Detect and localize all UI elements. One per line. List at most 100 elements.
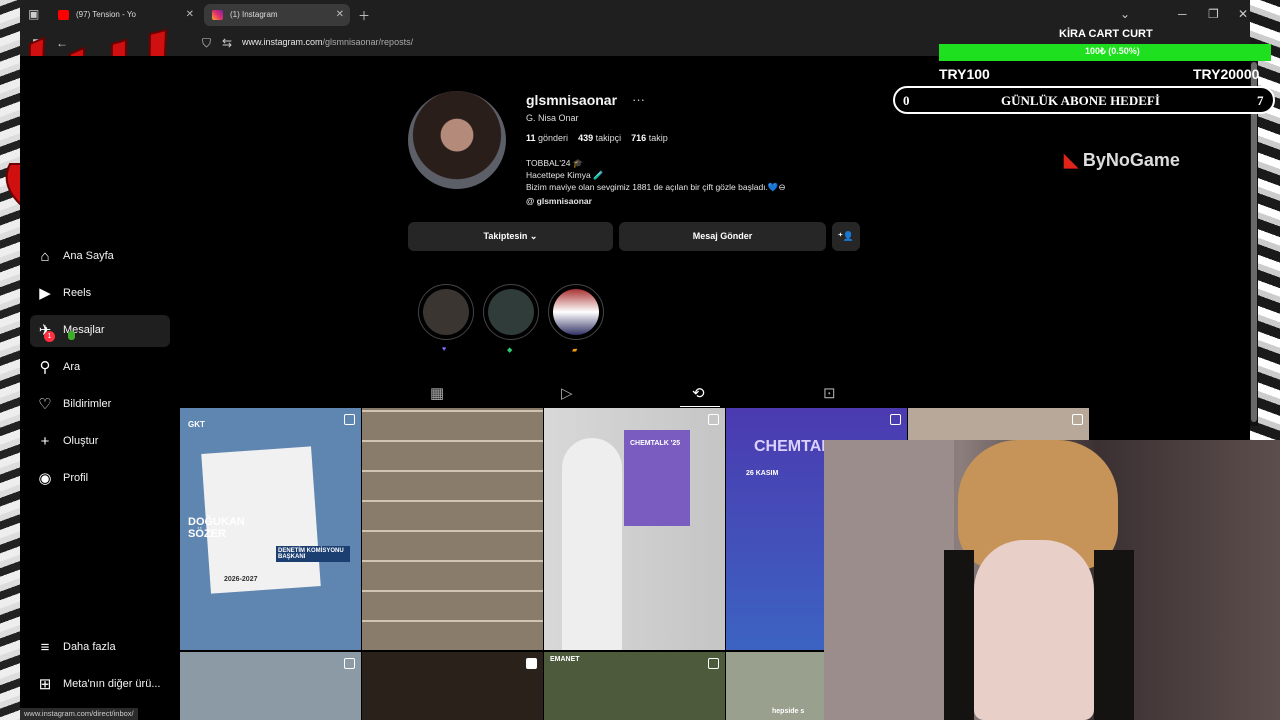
sidebar-item-label: Meta'nın diğer ürü... — [63, 678, 161, 690]
sidebar-item-label: Oluştur — [63, 435, 99, 447]
tile-text: DOĞUKAN SÖZER — [188, 516, 245, 540]
repost-badge-icon — [344, 658, 355, 669]
sub-goal-label: KİRA CART CURT — [1059, 28, 1153, 40]
threads-link[interactable]: @ glsmnisaonar — [526, 196, 592, 206]
repost-badge-icon — [344, 414, 355, 425]
sidebar-item-home[interactable]: ⌂ Ana Sayfa — [30, 241, 170, 273]
tile-text: 2026-2027 — [224, 576, 258, 583]
reels-tab-icon[interactable]: ▷ — [561, 384, 573, 402]
posts-grid-icon[interactable]: ▦ — [430, 384, 444, 402]
following-stat[interactable]: 716 takip — [631, 133, 668, 143]
active-tab-indicator — [680, 406, 720, 407]
add-person-icon[interactable]: ⁺👤 — [832, 222, 860, 251]
tagged-icon[interactable]: ⊡ — [823, 384, 836, 402]
grid-icon: ⊞ — [38, 676, 52, 693]
site-settings-icon[interactable]: ⇆ — [222, 36, 232, 50]
post-tile[interactable]: GKT DOĞUKAN SÖZER DENETİM KOMİSYONU BAŞK… — [180, 408, 361, 650]
sidebar-item-profile[interactable]: ◉ Profil — [30, 463, 170, 495]
sidebar-item-search[interactable]: ⚲ Ara — [30, 352, 170, 384]
followers-stat[interactable]: 439 takipçi — [578, 133, 621, 143]
bio-line: Bizim maviye olan sevgimiz 1881 de açıla… — [526, 182, 786, 192]
sidebar-item-label: Bildirimler — [63, 398, 112, 410]
repost-badge-icon — [1072, 414, 1083, 425]
webcam-feed — [824, 440, 1280, 720]
brand-text: ByNoGame — [1082, 150, 1180, 170]
profile-username: glsmnisaonar — [526, 92, 618, 108]
reel-badge-icon — [708, 658, 719, 669]
window-close-icon[interactable]: ✕ — [1238, 7, 1248, 21]
bio-line: Hacettepe Kimya 🧪 — [526, 170, 604, 180]
person — [562, 438, 622, 650]
progress-min: TRY100 — [939, 66, 990, 82]
sidebar-item-label: Ara — [63, 361, 81, 373]
plus-icon: + — [40, 433, 50, 450]
restore-icon[interactable]: ❐ — [1208, 7, 1219, 21]
highlight-tag-icon: ▰ — [572, 347, 578, 354]
chevron-down-icon[interactable]: ⌄ — [1120, 7, 1130, 21]
sidebar-item-meta[interactable]: ⊞ Meta'nın diğer ürü... — [30, 669, 170, 701]
post-tile[interactable] — [908, 408, 1089, 440]
url-field[interactable]: www.instagram.com/glsmnisaonar/reposts/ — [242, 37, 413, 47]
brand-logo: ◣ ByNoGame — [1064, 150, 1180, 171]
profile-icon: ◉ — [38, 470, 52, 487]
more-options-icon[interactable]: ··· — [632, 92, 645, 107]
sidebar-item-label: Reels — [63, 287, 92, 299]
tile-text: hepside s — [772, 708, 805, 715]
repost-badge-icon — [890, 414, 901, 425]
post-tile[interactable]: hepside s — [726, 652, 824, 720]
sidebar-item-more[interactable]: ≡ Daha fazla — [30, 632, 170, 664]
bio-line: TOBBAL'24 🎓 — [526, 158, 584, 168]
reels-icon: ▶ — [39, 285, 51, 302]
goal-label: GÜNLÜK ABONE HEDEFİ — [1001, 93, 1160, 108]
following-button[interactable]: Takiptesin ⌄ — [408, 222, 613, 251]
search-icon: ⚲ — [39, 359, 51, 376]
highlight-leaf-icon: ◆ — [507, 347, 513, 354]
progress-text: 100₺ (0.50%) — [1085, 46, 1140, 56]
tab-instagram[interactable]: (1) Instagram ✕ — [204, 4, 350, 26]
story-highlight[interactable] — [418, 284, 474, 340]
sidebar-item-notifications[interactable]: ♡ Bildirimler — [30, 389, 170, 421]
message-button[interactable]: Mesaj Gönder — [619, 222, 826, 251]
minimize-icon[interactable]: ─ — [1178, 7, 1187, 21]
reel-badge-icon — [526, 658, 537, 669]
sidebar-item-reels[interactable]: ▶ Reels — [30, 278, 170, 310]
goal-current: 0 — [903, 93, 910, 108]
tile-text: EMANET — [550, 656, 580, 663]
posts-stat[interactable]: 11 gönderi — [526, 133, 568, 143]
hair-left — [944, 550, 974, 720]
reel-badge-icon — [708, 414, 719, 425]
post-tile[interactable] — [362, 408, 543, 650]
home-icon: ⌂ — [40, 248, 50, 265]
bynogame-icon: ◣ — [1064, 150, 1078, 170]
highlight-heart-icon: ♥ — [442, 346, 447, 353]
sidebar-item-create[interactable]: + Oluştur — [30, 426, 170, 458]
sidebar-item-messages[interactable]: ✈ 1 Mesajlar — [30, 315, 170, 347]
background-wall — [824, 440, 954, 720]
close-icon[interactable]: ✕ — [336, 4, 344, 26]
heart-icon: ♡ — [38, 396, 52, 413]
streamer-face — [974, 540, 1094, 720]
new-tab-icon[interactable]: ＋ — [358, 7, 370, 24]
reposts-icon[interactable]: ⟲ — [692, 384, 705, 402]
post-tile[interactable]: CHEMTALK '25 — [544, 408, 725, 650]
profile-avatar[interactable] — [408, 91, 506, 189]
scroll-thumb[interactable] — [1251, 62, 1257, 422]
post-tile[interactable] — [180, 652, 361, 720]
sidebar-item-label: Profil — [63, 472, 89, 484]
notification-badge: 1 — [44, 331, 55, 342]
mouse-cursor — [68, 331, 75, 340]
tile-text: GKT — [188, 420, 205, 429]
profile-stats: 11 gönderi 439 takipçi 716 takip — [526, 133, 668, 143]
post-tile[interactable] — [362, 652, 543, 720]
status-url: www.instagram.com/direct/inbox/ — [20, 708, 138, 720]
tile-text: DENETİM KOMİSYONU BAŞKANI — [276, 546, 350, 562]
story-highlight[interactable] — [548, 284, 604, 340]
goal-target: 7 — [1257, 93, 1264, 108]
post-tile[interactable]: EMANET — [544, 652, 725, 720]
story-highlight[interactable] — [483, 284, 539, 340]
instagram-icon — [212, 10, 223, 20]
sidebar-item-label: Ana Sayfa — [63, 250, 114, 262]
hair-right — [1094, 550, 1134, 720]
profile-full-name: G. Nisa Onar — [526, 113, 579, 123]
menu-icon: ≡ — [40, 639, 50, 656]
